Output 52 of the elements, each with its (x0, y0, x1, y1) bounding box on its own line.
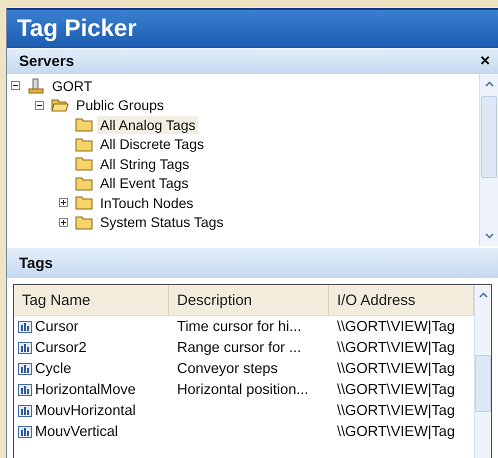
table-cell: \\GORT\VIEW|Tag (337, 360, 455, 376)
table-cell: Cursor (35, 318, 79, 334)
tree-item[interactable]: GORT (49, 76, 96, 95)
table-cell: \\GORT\VIEW|Tag (337, 340, 455, 356)
tree-item[interactable]: All Event Tags (97, 174, 192, 192)
tag-icon (18, 384, 32, 396)
tree-item[interactable]: Public Groups (73, 96, 167, 114)
panel-title: Servers (19, 52, 74, 70)
table-cell: Cursor2 (35, 340, 87, 356)
tree-item[interactable]: InTouch Nodes (97, 194, 196, 212)
panel-title: Tags (19, 254, 53, 272)
close-button[interactable]: × (476, 51, 494, 71)
tree-item[interactable]: All Discrete Tags (97, 135, 208, 154)
window-title: Tag Picker (17, 15, 137, 43)
table-cell: \\GORT\VIEW|Tag (337, 424, 455, 440)
scroll-thumb[interactable] (481, 96, 497, 178)
tree-item[interactable]: All Analog Tags (97, 116, 198, 134)
open-folder-icon (51, 98, 69, 113)
table-cell: \\GORT\VIEW|Tag (337, 402, 455, 418)
table-cell: Time cursor for hi... (177, 318, 302, 334)
scrollbar[interactable] (479, 74, 498, 246)
folder-icon (75, 136, 93, 152)
table-cell: HorizontalMove (35, 382, 136, 398)
table-cell: MouvVertical (35, 424, 118, 440)
tag-icon (18, 362, 32, 374)
scrollbar[interactable] (474, 285, 491, 458)
tag-icon (18, 320, 32, 332)
tag-icon (18, 426, 32, 438)
folder-icon (75, 176, 93, 191)
tree-item[interactable]: All String Tags (97, 154, 192, 173)
expander-icon[interactable] (59, 198, 68, 208)
tree-item[interactable]: System Status Tags (97, 213, 226, 232)
expander-icon[interactable] (35, 100, 44, 110)
folder-icon (75, 195, 93, 210)
table-cell: Cycle (35, 360, 72, 376)
folder-icon (75, 214, 93, 230)
tag-icon (18, 404, 32, 416)
column-header[interactable]: Tag Name (14, 285, 169, 315)
table-cell: Conveyor steps (177, 360, 278, 376)
table-cell: \\GORT\VIEW|Tag (337, 382, 455, 398)
table-cell: Range cursor for ... (177, 340, 302, 356)
tag-icon (18, 342, 32, 354)
table-cell: \\GORT\VIEW|Tag (337, 318, 455, 334)
table-cell: MouvHorizontal (35, 402, 136, 418)
table-cell: Horizontal position... (177, 382, 308, 398)
scroll-thumb[interactable] (475, 355, 491, 412)
expander-icon[interactable] (59, 218, 68, 227)
column-header[interactable]: Description (169, 285, 329, 315)
expander-icon[interactable] (11, 81, 20, 90)
server-icon (27, 78, 45, 94)
folder-icon (75, 156, 93, 172)
folder-icon (75, 117, 93, 132)
